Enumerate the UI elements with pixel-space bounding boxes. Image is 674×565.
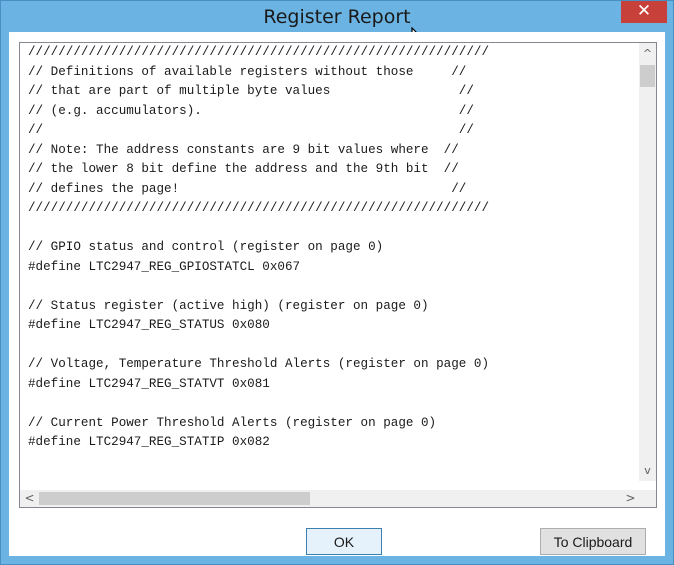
ok-button[interactable]: OK: [306, 528, 382, 555]
code-line: #define LTC2947_REG_STATVT 0x081: [28, 376, 270, 391]
code-line: // that are part of multiple byte values…: [28, 84, 474, 98]
code-line: // the lower 8 bit define the address an…: [28, 162, 459, 176]
code-line: #define LTC2947_REG_STATIP 0x082: [28, 435, 270, 449]
report-code: ////////////////////////////////////////…: [28, 43, 638, 481]
code-line: // Current Power Threshold Alerts (regis…: [28, 415, 437, 430]
code-line: #define LTC2947_REG_GPIOSTATCL 0x067: [28, 259, 301, 274]
report-text-area[interactable]: ////////////////////////////////////////…: [19, 42, 657, 508]
code-line: // Note: The address constants are 9 bit…: [28, 142, 459, 157]
code-line: // Definitions of available registers wi…: [28, 64, 467, 79]
code-line: // defines the page! //: [28, 181, 467, 196]
register-report-window: Register Report ✕ //////////////////////…: [0, 0, 674, 565]
code-line: // //: [28, 123, 474, 137]
close-icon: ✕: [636, 1, 652, 21]
close-button[interactable]: ✕: [621, 1, 667, 23]
to-clipboard-button[interactable]: To Clipboard: [540, 528, 646, 555]
code-line: // GPIO status and control (register on …: [28, 240, 384, 254]
horizontal-scroll-thumb[interactable]: [39, 492, 310, 505]
scroll-down-icon[interactable]: v: [639, 462, 656, 479]
code-line: ////////////////////////////////////////…: [28, 201, 490, 215]
scroll-right-icon[interactable]: >: [622, 490, 639, 507]
code-line: // Voltage, Temperature Threshold Alerts…: [28, 357, 490, 371]
horizontal-scrollbar[interactable]: < >: [20, 490, 639, 507]
scroll-up-icon[interactable]: ^: [639, 45, 656, 62]
code-line: ////////////////////////////////////////…: [28, 45, 490, 59]
vertical-scroll-thumb[interactable]: [640, 65, 655, 87]
code-line: // (e.g. accumulators). //: [28, 103, 474, 118]
code-line: #define LTC2947_REG_STATUS 0x080: [28, 318, 270, 332]
code-line: // Status register (active high) (regist…: [28, 298, 429, 313]
title-bar[interactable]: Register Report ✕: [1, 1, 673, 29]
vertical-scrollbar[interactable]: ^ v: [639, 43, 656, 481]
window-title: Register Report: [263, 6, 411, 28]
dialog-body: ////////////////////////////////////////…: [9, 32, 665, 556]
scroll-left-icon[interactable]: <: [21, 490, 38, 507]
scrollbar-corner: [639, 490, 656, 507]
